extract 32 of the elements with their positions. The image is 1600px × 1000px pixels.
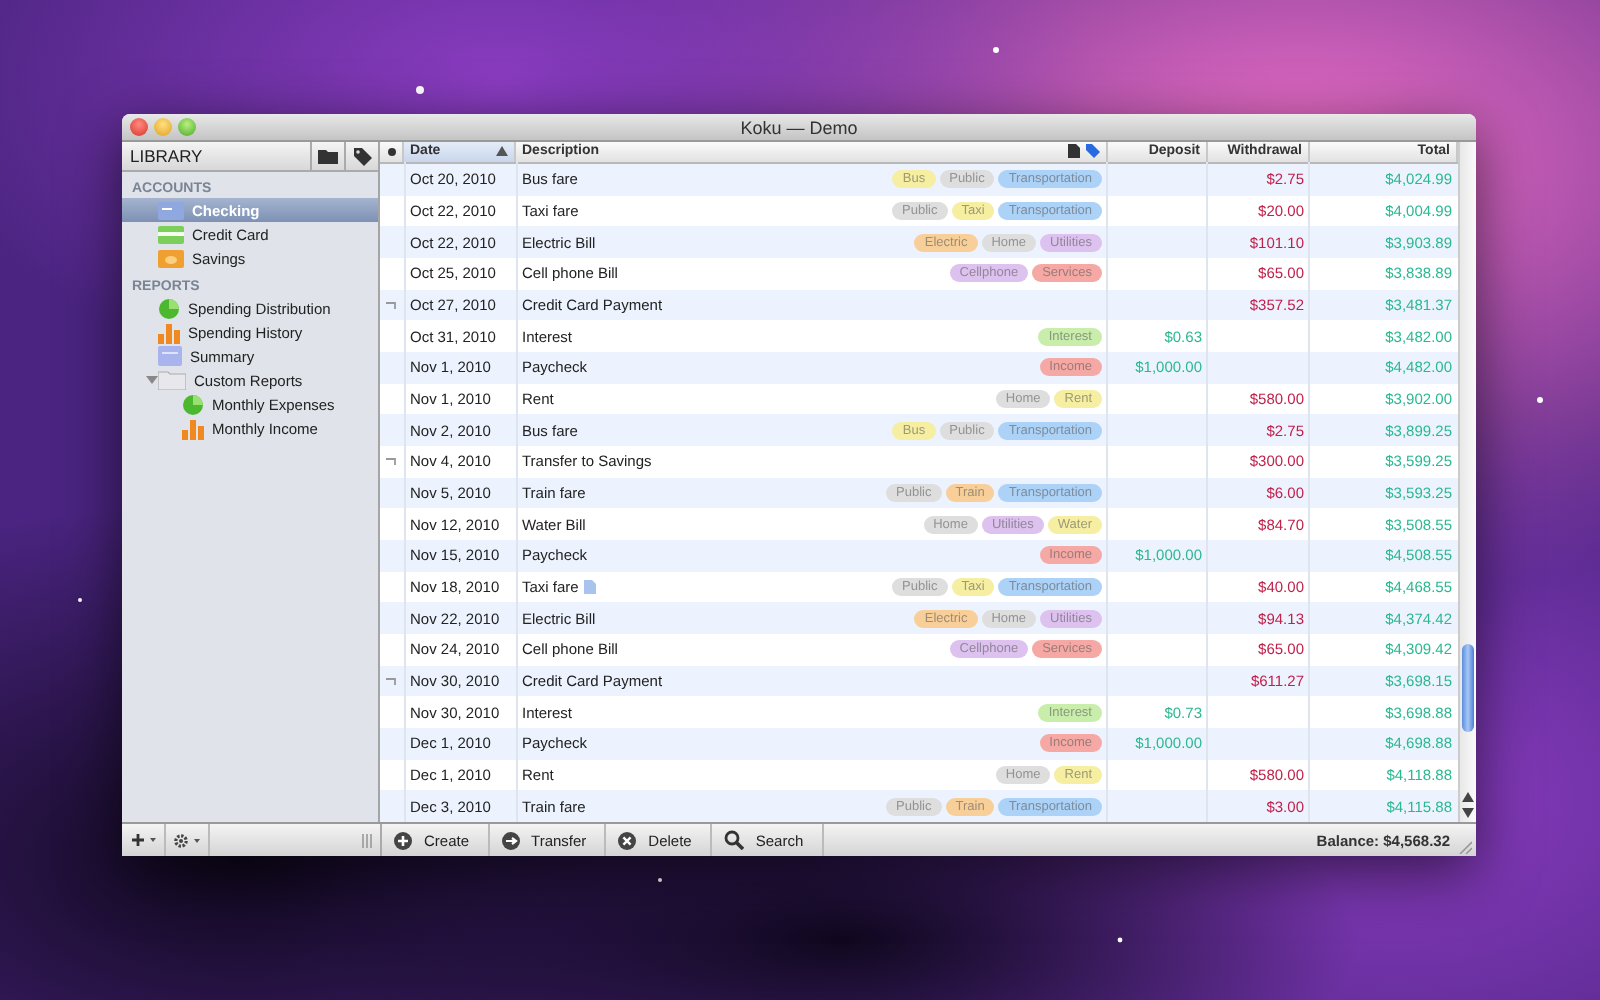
note-icon bbox=[1068, 144, 1080, 159]
delete-icon bbox=[618, 831, 637, 849]
disclosure-triangle-icon[interactable] bbox=[146, 374, 158, 386]
plus-icon bbox=[131, 834, 155, 846]
folder-button[interactable] bbox=[310, 142, 344, 170]
bar-chart-icon bbox=[182, 417, 204, 439]
pie-chart-icon bbox=[158, 297, 180, 319]
arrow-icon bbox=[501, 831, 520, 849]
folder-icon bbox=[318, 148, 338, 164]
scroll-up-icon[interactable] bbox=[1462, 792, 1474, 802]
document-icon bbox=[158, 346, 182, 366]
tag-icon bbox=[1086, 144, 1100, 159]
tag-button[interactable] bbox=[344, 142, 378, 170]
plus-icon bbox=[394, 831, 412, 849]
scroll-down-icon[interactable] bbox=[1462, 808, 1474, 818]
bar-chart-icon bbox=[158, 321, 180, 343]
resize-grip-icon[interactable] bbox=[362, 833, 372, 847]
sort-arrow-icon bbox=[496, 146, 508, 157]
close-button[interactable] bbox=[130, 118, 148, 136]
resize-grip-icon[interactable] bbox=[1458, 840, 1472, 854]
scroll-bar[interactable] bbox=[1458, 142, 1476, 822]
gear-icon bbox=[174, 833, 200, 847]
scroll-thumb[interactable] bbox=[1462, 644, 1474, 732]
library-title: LIBRARY bbox=[128, 146, 205, 166]
status-dot-icon bbox=[387, 147, 395, 156]
credit-card-icon bbox=[158, 225, 184, 243]
window-title: Koku — Demo bbox=[740, 117, 858, 137]
pie-chart-icon bbox=[182, 393, 204, 415]
folder-icon bbox=[158, 370, 186, 390]
search-icon bbox=[723, 830, 744, 850]
tag-icon bbox=[353, 147, 371, 165]
zoom-button[interactable] bbox=[178, 118, 196, 136]
